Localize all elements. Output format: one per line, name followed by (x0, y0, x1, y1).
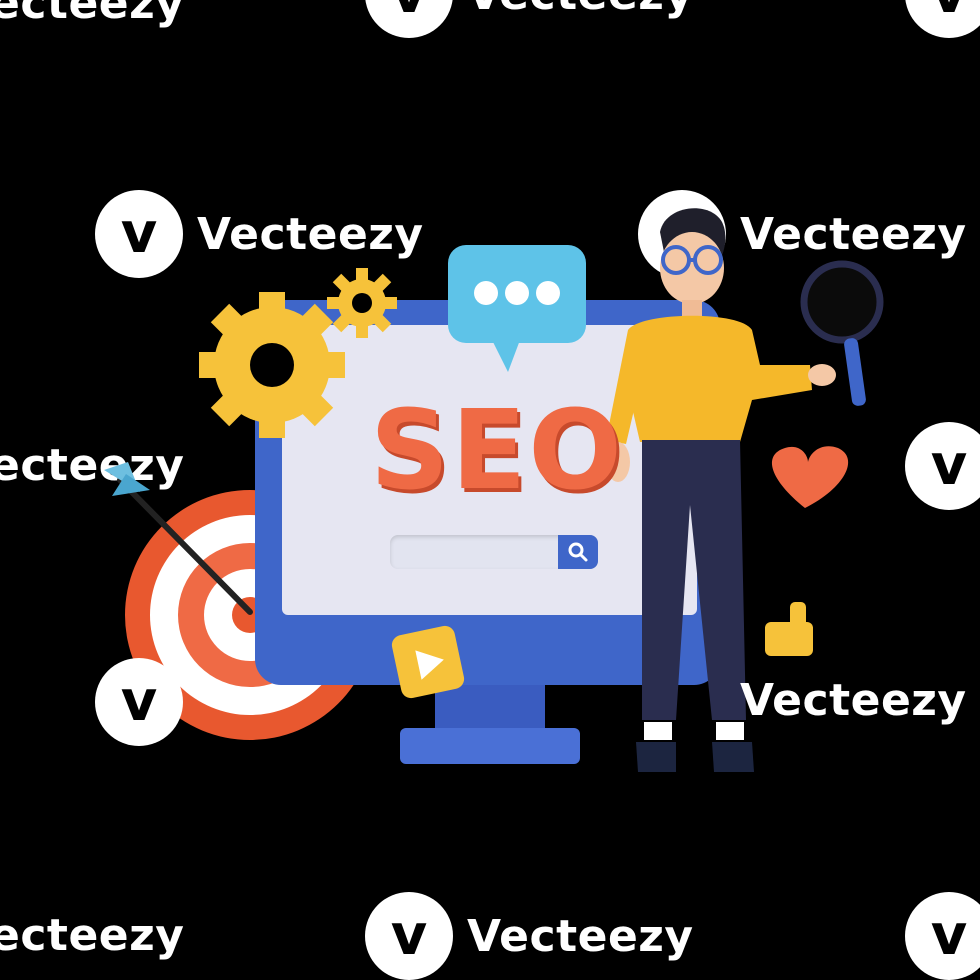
watermark-bottom-left: ecteezy (0, 910, 184, 961)
thumbs-up-icon (765, 602, 813, 656)
gear-icon-small (327, 268, 397, 338)
vecteezy-logo-icon: v (365, 892, 453, 980)
search-icon (568, 542, 588, 562)
search-button (558, 535, 598, 569)
gear-icon (199, 292, 345, 438)
watermark-row4-left: v (95, 658, 183, 746)
watermark-text: Vecteezy (467, 910, 694, 962)
watermark-bottom-center: v Vecteezy (365, 892, 694, 980)
seo-heading: SEO (370, 386, 624, 514)
magnifier-icon (800, 260, 884, 406)
watermark-row4-right: Vecteezy (740, 675, 967, 726)
watermark-text: ecteezy (0, 910, 185, 961)
vecteezy-logo-icon: v (95, 658, 183, 746)
watermark-text: Vecteezy (740, 675, 967, 726)
play-icon (391, 625, 465, 699)
vecteezy-logo-icon: v (905, 892, 980, 980)
heart-icon (771, 446, 849, 508)
watermark-bottom-right: v (905, 892, 980, 980)
